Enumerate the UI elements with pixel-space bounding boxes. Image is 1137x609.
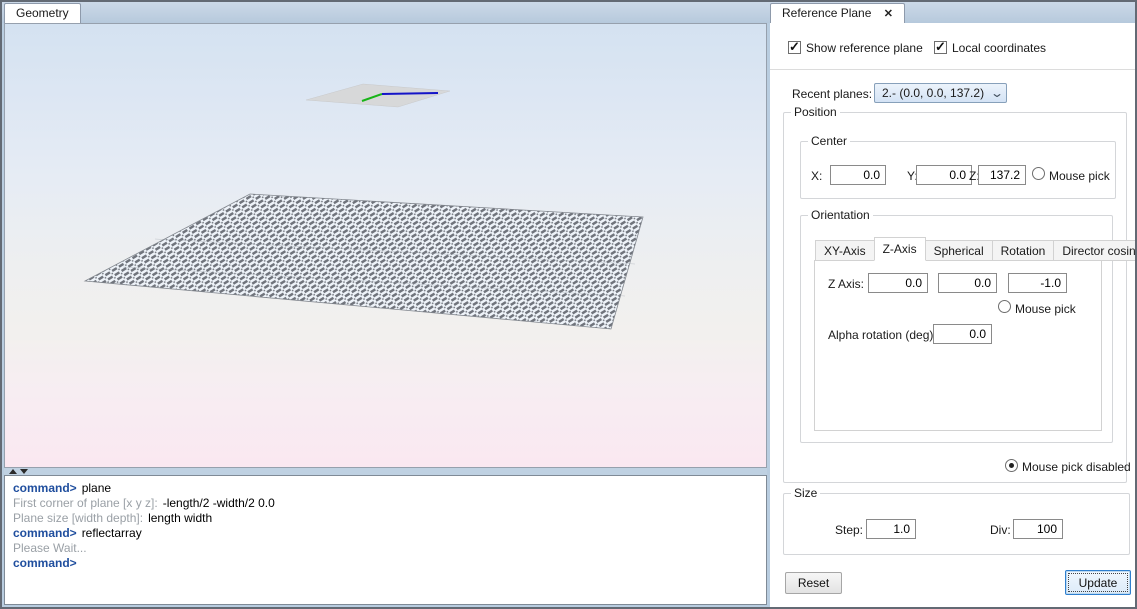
console-line: command>reflectarray (13, 526, 758, 541)
local-coordinates-checkbox[interactable]: ✓ (934, 41, 947, 54)
size-group-title: Size (791, 486, 820, 500)
local-coordinates-label: Local coordinates (952, 41, 1046, 55)
step-label: Step: (835, 523, 863, 537)
x-field[interactable] (830, 165, 886, 185)
tab-spherical[interactable]: Spherical (925, 240, 993, 261)
panel-separator (770, 69, 1137, 70)
viewport-scene (5, 24, 766, 467)
recent-planes-value: 2.- (0.0, 0.0, 137.2) (882, 86, 984, 100)
orientation-group: Orientation XY-Axis Z-Axis Spherical Rot… (800, 215, 1113, 443)
geometry-viewport-3d[interactable] (4, 23, 767, 468)
update-button[interactable]: Update (1065, 570, 1131, 595)
mouse-pick-disabled-radio[interactable] (1005, 459, 1018, 472)
z-axis-field-2[interactable] (938, 273, 997, 293)
mouse-pick-disabled-label: Mouse pick disabled (1022, 460, 1131, 474)
center-mouse-pick-label: Mouse pick (1049, 169, 1110, 183)
y-field[interactable] (916, 165, 972, 185)
tab-geometry[interactable]: Geometry (4, 3, 81, 23)
reset-button[interactable]: Reset (785, 572, 842, 594)
tab-rotation[interactable]: Rotation (992, 240, 1055, 261)
tab-strip: Geometry Reference Plane ✕ (2, 2, 1135, 23)
div-field[interactable] (1013, 519, 1063, 539)
orientation-group-title: Orientation (808, 208, 873, 222)
recent-planes-dropdown[interactable]: 2.- (0.0, 0.0, 137.2) ⌄ (874, 83, 1007, 103)
center-group: Center X: Y: Z: Mouse pick (800, 141, 1116, 199)
show-reference-plane-checkbox[interactable]: ✓ (788, 41, 801, 54)
check-icon: ✓ (935, 39, 946, 55)
splitter-collapse-down-icon[interactable] (20, 469, 28, 474)
center-group-title: Center (808, 134, 850, 148)
reference-plane-panel: ✓ Show reference plane ✓ Local coordinat… (770, 23, 1137, 609)
console-line: First corner of plane [x y z]:-length/2 … (13, 496, 758, 511)
z-axis-field-3[interactable] (1008, 273, 1067, 293)
center-mouse-pick-radio[interactable] (1032, 167, 1045, 180)
position-group-title: Position (791, 105, 840, 119)
reference-plane-marker (306, 84, 450, 107)
orientation-tabbar: XY-Axis Z-Axis Spherical Rotation Direct… (815, 237, 1137, 261)
close-icon[interactable]: ✕ (884, 8, 893, 20)
splitter-collapse-up-icon[interactable] (9, 469, 17, 474)
tab-reference-plane[interactable]: Reference Plane ✕ (770, 3, 905, 23)
console-line: command>plane (13, 481, 758, 496)
console-line: Plane size [width depth]:length width (13, 511, 758, 526)
reflectarray-plane (85, 194, 643, 329)
axis-blue (382, 93, 438, 94)
app-window: Geometry Reference Plane ✕ (0, 0, 1137, 609)
command-prompt: command> (13, 556, 77, 570)
size-group: Size Step: Div: (783, 493, 1130, 555)
z-field[interactable] (978, 165, 1026, 185)
alpha-rotation-field[interactable] (933, 324, 992, 344)
step-field[interactable] (866, 519, 916, 539)
tab-reference-plane-label: Reference Plane (782, 6, 871, 20)
command-console[interactable]: command>plane First corner of plane [x y… (4, 475, 767, 605)
console-line: command> (13, 556, 758, 571)
alpha-rotation-label: Alpha rotation (deg): (828, 328, 937, 342)
chevron-down-icon: ⌄ (990, 88, 1004, 98)
tab-xy-axis[interactable]: XY-Axis (815, 240, 875, 261)
tab-z-axis[interactable]: Z-Axis (874, 237, 926, 261)
tab-director-cosines[interactable]: Director cosines (1053, 240, 1137, 261)
div-label: Div: (990, 523, 1011, 537)
show-reference-plane-label: Show reference plane (806, 41, 923, 55)
z-axis-field-1[interactable] (868, 273, 928, 293)
console-line: Please Wait... (13, 541, 758, 556)
console-splitter[interactable] (4, 468, 767, 475)
orientation-mouse-pick-radio[interactable] (998, 300, 1011, 313)
command-prompt: command> (13, 481, 77, 495)
z-axis-tab-content: Z Axis: Mouse pick Alpha rotation (deg): (814, 260, 1102, 431)
command-prompt: command> (13, 526, 77, 540)
recent-planes-label: Recent planes: (792, 87, 872, 101)
orientation-mouse-pick-label: Mouse pick (1015, 302, 1076, 316)
tab-geometry-label: Geometry (16, 6, 69, 20)
position-group: Position Center X: Y: Z: Mouse pick Orie… (783, 112, 1127, 483)
check-icon: ✓ (789, 39, 800, 55)
x-label: X: (811, 169, 822, 183)
z-axis-label: Z Axis: (828, 277, 864, 291)
